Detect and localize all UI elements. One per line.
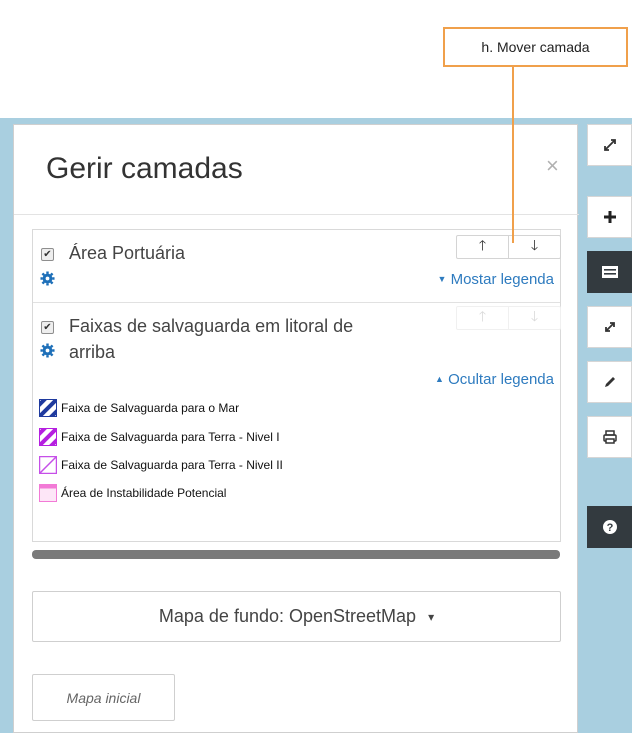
layer-visibility-checkbox[interactable]: ✔ [41,248,54,261]
horizontal-scrollbar[interactable] [32,550,560,559]
layer-name-continued: arriba [69,342,116,362]
gear-icon[interactable] [40,271,55,286]
layer-divider [33,302,560,303]
help-icon: ? [602,519,618,535]
initial-map-label: Mapa inicial [66,689,141,706]
hatched-swatch-icon [39,456,57,474]
layer-name: Faixas de salvaguarda em litoral de [69,316,354,336]
annotation-line [512,67,514,243]
expand-icon [602,137,618,153]
legend-item: Faixa de Salvaguarda para o Mar [39,399,239,417]
draw-button[interactable] [587,361,632,403]
legend-label: Faixa de Salvaguarda para o Mar [61,401,240,415]
arrow-down-icon: 🡓 [530,237,539,253]
legend-label: Área de Instabilidade Potencial [61,486,227,500]
fullscreen-icon [602,319,618,335]
svg-text:?: ? [606,522,613,534]
hide-legend-link[interactable]: ▲ Ocultar legenda [435,371,554,388]
filled-swatch-icon [39,484,57,502]
add-layer-button[interactable] [587,196,632,238]
pencil-icon [602,374,618,390]
hatched-swatch-icon [39,428,57,446]
layers-icon [601,264,619,280]
initial-map-button[interactable]: Mapa inicial [32,674,175,721]
move-up-button[interactable]: 🡑 [457,307,508,329]
panel-divider [14,214,579,215]
legend-item: Área de Instabilidade Potencial [39,484,226,502]
basemap-label: Mapa de fundo: OpenStreetMap [158,606,417,626]
show-legend-link[interactable]: ▼ Mostar legenda [438,271,555,288]
legend-toggle-label: Mostar legenda [450,271,554,288]
chevron-down-icon: ▾ [428,609,435,624]
arrow-down-icon: 🡓 [530,308,539,324]
move-up-button[interactable]: 🡑 [457,236,508,258]
manage-layers-panel: Gerir camadas × ✔ Área Portuária 🡑 🡓 ▼ M… [13,124,579,733]
basemap-dropdown[interactable]: Mapa de fundo: OpenStreetMap ▾ [32,591,561,642]
arrow-up-icon: 🡑 [478,308,487,324]
legend-label: Faixa de Salvaguarda para Terra - Nivel … [61,430,280,444]
layer-name: Área Portuária [69,243,186,263]
move-down-button[interactable]: 🡓 [508,236,560,258]
legend-label: Faixa de Salvaguarda para Terra - Nivel … [61,458,283,472]
hatched-swatch-icon [39,399,57,417]
layers-button[interactable] [587,251,632,293]
layers-list[interactable]: ✔ Área Portuária 🡑 🡓 ▼ Mostar legenda ✔ … [32,229,561,542]
caret-up-icon: ▲ [435,374,444,384]
fullscreen-button[interactable] [587,306,632,348]
move-down-button[interactable]: 🡓 [508,307,560,329]
expand-tool-button[interactable] [587,124,632,166]
close-button[interactable]: × [546,153,559,179]
caret-down-icon: ▼ [437,274,447,284]
annotation-label: h. Mover camada [481,39,590,55]
arrow-up-icon: 🡑 [478,237,487,253]
plus-icon [602,209,618,225]
gear-icon[interactable] [40,343,55,358]
panel-title: Gerir camadas [46,152,243,185]
legend-item: Faixa de Salvaguarda para Terra - Nivel … [39,456,283,474]
move-layer-buttons: 🡑 🡓 [456,235,561,259]
print-icon [602,429,618,445]
layer-visibility-checkbox[interactable]: ✔ [41,321,54,334]
annotation-callout: h. Mover camada [443,27,628,67]
legend-toggle-label: Ocultar legenda [448,371,554,388]
legend-item: Faixa de Salvaguarda para Terra - Nivel … [39,428,280,446]
help-button[interactable]: ? [587,506,632,548]
move-layer-buttons: 🡑 🡓 [456,306,561,330]
print-button[interactable] [587,416,632,458]
